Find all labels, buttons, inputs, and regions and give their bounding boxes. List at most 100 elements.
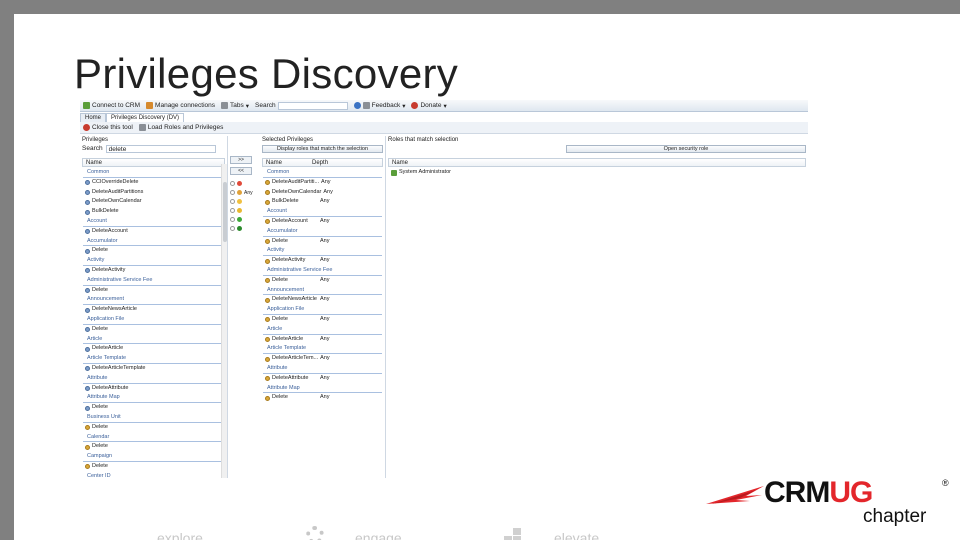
donate-button[interactable]: Donate ▾ [411, 102, 447, 110]
list-item-label: DeleteOwnCalendar [271, 188, 322, 195]
group-header: Accumulator [83, 237, 224, 247]
list-item[interactable]: Delete [83, 403, 224, 413]
list-item[interactable]: DeleteAttribute [83, 384, 224, 394]
list-item-label: DeleteArticleTemplate [92, 364, 146, 371]
list-item[interactable]: DeleteActivity [83, 266, 224, 276]
privileges-list: Common CCIOverrideDelete DeleteAuditPartit… [80, 167, 227, 478]
group-header: Article Template [263, 344, 382, 355]
list-item[interactable]: Delete [83, 462, 224, 472]
footer-explore: explore [157, 530, 203, 540]
list-item[interactable]: DeleteArticleTem... Any [263, 354, 382, 364]
depth-radio[interactable] [230, 180, 256, 187]
group-header: Accumulator [263, 227, 382, 237]
load-roles-button[interactable]: Load Roles and Privileges [138, 124, 223, 131]
depth-value: Any [320, 198, 330, 205]
depth-radio[interactable] [230, 207, 256, 214]
radio-button[interactable] [230, 208, 235, 213]
list-item[interactable]: DeleteArticle [83, 344, 224, 354]
key-icon [85, 346, 90, 352]
roles-list: System Administrator [386, 167, 808, 179]
manage-connections-button[interactable]: Manage connections [146, 102, 215, 109]
depth-radio[interactable] [230, 225, 256, 232]
list-item[interactable]: Delete Any [263, 276, 382, 286]
list-item[interactable]: DeleteNewsArticle Any [263, 295, 382, 305]
list-item-label: Delete [272, 276, 288, 283]
selected-grid-header: Name Depth [262, 158, 383, 167]
group-header: Attribute Map [83, 393, 224, 404]
group-header: Announcement [263, 286, 382, 296]
feedback-button[interactable]: Feedback ▾ [353, 102, 405, 110]
key-icon [265, 395, 270, 401]
tab-privileges-discovery[interactable]: Privileges Discovery (DV) [106, 113, 185, 122]
list-item[interactable]: Delete [83, 286, 224, 296]
group-header: Attribute Map [263, 384, 382, 394]
radio-button[interactable] [230, 190, 235, 195]
depth-value: Any [320, 315, 330, 322]
list-item[interactable]: BulkDelete [83, 207, 224, 217]
list-item[interactable]: Delete [83, 423, 224, 433]
toolbar-search-input[interactable] [277, 101, 348, 110]
tabs-dropdown[interactable]: Tabs ▾ [221, 102, 249, 110]
privileges-search-input[interactable]: delete [105, 144, 216, 153]
key-icon [85, 425, 90, 431]
close-tool-button[interactable]: Close this tool [83, 124, 133, 131]
depth-level-icon [237, 181, 242, 186]
depth-radio[interactable] [230, 198, 256, 205]
list-item-label: DeleteAuditPartitions [92, 188, 144, 195]
list-item[interactable]: DeleteAuditPartitions [83, 188, 224, 198]
list-item-label: DeleteArticleTem... [272, 355, 319, 362]
list-item[interactable]: DeleteAttribute Any [263, 374, 382, 384]
logo-swoosh-icon [706, 486, 764, 504]
list-item[interactable]: Delete [83, 325, 224, 335]
list-item[interactable]: DeleteAccount Any [263, 217, 382, 227]
list-item[interactable]: Delete Any [263, 237, 382, 247]
key-icon [265, 219, 270, 225]
depth-value: Any [320, 335, 330, 342]
scroll-thumb[interactable] [223, 182, 227, 242]
globe-icon [353, 102, 361, 109]
depth-level-icon [237, 226, 242, 231]
list-item-label: DeleteOwnCalendar [92, 198, 142, 205]
depth-radio[interactable]: Any [230, 189, 256, 196]
list-item[interactable]: DeleteArticle Any [263, 335, 382, 345]
key-icon [85, 180, 90, 186]
radio-button[interactable] [230, 226, 235, 231]
tab-home[interactable]: Home [80, 113, 107, 122]
privileges-scrollbar[interactable] [221, 164, 227, 478]
role-row[interactable]: System Administrator [389, 168, 805, 178]
add-privilege-button[interactable]: >> [230, 156, 252, 164]
display-roles-button[interactable]: Display roles that match the selection [262, 145, 383, 153]
list-item[interactable]: BulkDelete Any [263, 197, 382, 207]
group-header: Application File [263, 305, 382, 315]
remove-privilege-button[interactable]: << [230, 167, 252, 175]
connect-button[interactable]: Connect to CRM [83, 102, 140, 109]
list-item[interactable]: DeleteOwnCalendar [83, 197, 224, 207]
list-item[interactable]: DeleteNewsArticle [83, 305, 224, 315]
depth-radio[interactable] [230, 216, 256, 223]
list-item[interactable]: Delete [83, 442, 224, 452]
group-header: Common [83, 168, 224, 178]
list-item[interactable]: Delete Any [263, 315, 382, 325]
list-item[interactable]: Delete [83, 246, 224, 256]
list-item[interactable]: CCIOverrideDelete [83, 178, 224, 188]
open-security-role-button[interactable]: Open security role [566, 145, 806, 153]
key-icon [265, 180, 270, 186]
privileges-search-row: Search delete [80, 144, 227, 153]
list-item-label: Delete [92, 423, 108, 430]
list-item[interactable]: DeleteArticleTemplate [83, 364, 224, 374]
list-item-label: Delete [272, 315, 288, 322]
app-screenshot: Connect to CRM Manage connections Tabs ▾… [80, 100, 808, 478]
key-icon [85, 405, 90, 411]
group-header: Attribute [83, 374, 224, 384]
key-icon [265, 189, 270, 195]
privileges-title: Privileges [82, 137, 109, 143]
group-header: Center ID [83, 472, 224, 478]
list-item[interactable]: DeleteActivity Any [263, 256, 382, 266]
list-item[interactable]: DeleteAccount [83, 227, 224, 237]
list-item[interactable]: Delete Any [263, 393, 382, 403]
radio-button[interactable] [230, 217, 235, 222]
radio-button[interactable] [230, 199, 235, 204]
list-item[interactable]: DeleteOwnCalendar Any [263, 188, 382, 198]
radio-button[interactable] [230, 181, 235, 186]
list-item[interactable]: DeleteAuditPartiti... Any [263, 178, 382, 188]
